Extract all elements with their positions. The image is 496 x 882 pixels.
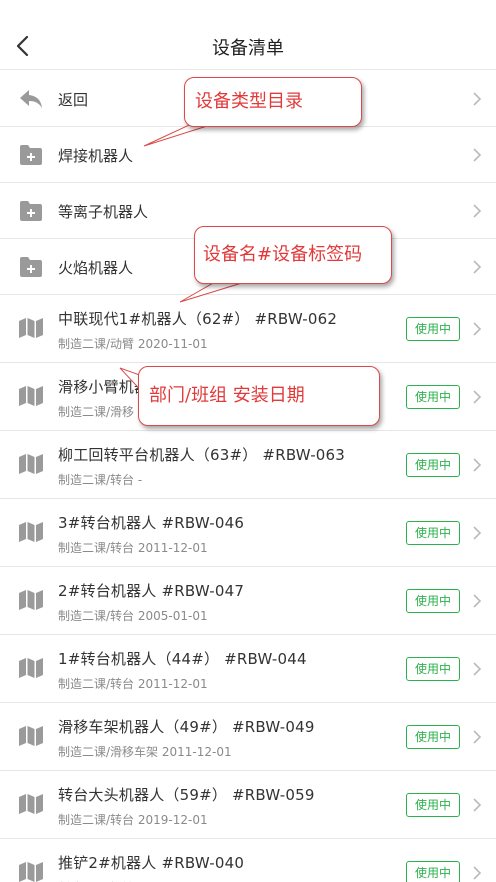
status-badge: 使用中 bbox=[406, 793, 460, 817]
device-dept-date: 制造二课/动臂 2020-11-01 bbox=[58, 337, 208, 351]
app-header: 设备清单 bbox=[0, 0, 496, 70]
device-dept-date: 制造二课/转台 - bbox=[58, 473, 143, 487]
chevron-right-icon bbox=[473, 204, 482, 218]
device-row[interactable]: 转台大头机器人（59#） #RBW-059 制造二课/转台 2019-12-01… bbox=[0, 771, 496, 839]
chevron-right-icon bbox=[473, 458, 482, 472]
equipment-list: 返回 焊接机器人 等离子机器人 火焰机器人 中联现代1#机器人（62#） #RB… bbox=[0, 71, 496, 882]
reply-arrow-icon bbox=[20, 90, 42, 108]
device-dept-date: 制造二课/转台 2011-12-01 bbox=[58, 541, 208, 555]
chevron-right-icon bbox=[473, 866, 482, 880]
chevron-right-icon bbox=[473, 260, 482, 274]
chevron-right-icon bbox=[473, 526, 482, 540]
chevron-right-icon bbox=[473, 730, 482, 744]
map-icon bbox=[19, 590, 43, 610]
map-icon bbox=[19, 794, 43, 814]
annotation-name-tag: 设备名#设备标签码 bbox=[194, 226, 392, 284]
device-name: 中联现代1#机器人（62#） #RBW-062 bbox=[58, 310, 338, 328]
device-row[interactable]: 2#转台机器人 #RBW-047 制造二课/转台 2005-01-01 使用中 bbox=[0, 567, 496, 635]
map-icon bbox=[19, 862, 43, 882]
device-name: 3#转台机器人 #RBW-046 bbox=[58, 514, 245, 532]
list-item-label: 返回 bbox=[58, 91, 89, 109]
list-item-label: 火焰机器人 bbox=[58, 259, 134, 277]
chevron-right-icon bbox=[473, 798, 482, 812]
category-item-welding[interactable]: 焊接机器人 bbox=[0, 127, 496, 183]
status-badge: 使用中 bbox=[406, 725, 460, 749]
device-dept-date: 制造二课/滑移 bbox=[58, 405, 135, 419]
map-icon bbox=[19, 454, 43, 474]
device-row[interactable]: 滑移车架机器人（49#） #RBW-049 制造二课/滑移车架 2011-12-… bbox=[0, 703, 496, 771]
chevron-right-icon bbox=[473, 148, 482, 162]
status-badge: 使用中 bbox=[406, 385, 460, 409]
status-badge: 使用中 bbox=[406, 521, 460, 545]
chevron-right-icon bbox=[473, 92, 482, 106]
device-row[interactable]: 3#转台机器人 #RBW-046 制造二课/转台 2011-12-01 使用中 bbox=[0, 499, 496, 567]
folder-plus-icon bbox=[20, 145, 42, 165]
device-name: 推铲2#机器人 #RBW-040 bbox=[58, 854, 245, 872]
device-dept-date: 制造二课/滑移车架 2011-12-01 bbox=[58, 745, 232, 759]
map-icon bbox=[19, 726, 43, 746]
folder-plus-icon bbox=[20, 201, 42, 221]
chevron-right-icon bbox=[473, 390, 482, 404]
device-row[interactable]: 1#转台机器人（44#） #RBW-044 制造二课/转台 2011-12-01… bbox=[0, 635, 496, 703]
chevron-right-icon bbox=[473, 662, 482, 676]
map-icon bbox=[19, 386, 43, 406]
chevron-right-icon bbox=[473, 594, 482, 608]
status-badge: 使用中 bbox=[406, 589, 460, 613]
device-name: 滑移小臂机器 bbox=[58, 378, 150, 396]
status-badge: 使用中 bbox=[406, 861, 460, 882]
annotation-device-type-dir: 设备类型目录 bbox=[184, 77, 362, 127]
device-name: 柳工回转平台机器人（63#） #RBW-063 bbox=[58, 446, 346, 464]
status-badge: 使用中 bbox=[406, 657, 460, 681]
annotation-dept-date: 部门/班组 安装日期 bbox=[138, 366, 380, 426]
list-item-label: 焊接机器人 bbox=[58, 147, 134, 165]
device-name: 1#转台机器人（44#） #RBW-044 bbox=[58, 650, 307, 668]
device-dept-date: 制造二课/转台 2019-12-01 bbox=[58, 813, 208, 827]
device-name: 转台大头机器人（59#） #RBW-059 bbox=[58, 786, 315, 804]
map-icon bbox=[19, 522, 43, 542]
device-name: 滑移车架机器人（49#） #RBW-049 bbox=[58, 718, 315, 736]
device-name: 2#转台机器人 #RBW-047 bbox=[58, 582, 245, 600]
folder-plus-icon bbox=[20, 257, 42, 277]
map-icon bbox=[19, 658, 43, 678]
page-title: 设备清单 bbox=[212, 38, 284, 59]
chevron-right-icon bbox=[473, 322, 482, 336]
device-row[interactable]: 中联现代1#机器人（62#） #RBW-062 制造二课/动臂 2020-11-… bbox=[0, 295, 496, 363]
device-dept-date: 制造二课/转台 2005-01-01 bbox=[58, 609, 208, 623]
device-row[interactable]: 推铲2#机器人 #RBW-040 制造二课/推铲 2013-11-10 使用中 bbox=[0, 839, 496, 882]
device-row[interactable]: 柳工回转平台机器人（63#） #RBW-063 制造二课/转台 - 使用中 bbox=[0, 431, 496, 499]
status-badge: 使用中 bbox=[406, 317, 460, 341]
device-dept-date: 制造二课/转台 2011-12-01 bbox=[58, 677, 208, 691]
status-badge: 使用中 bbox=[406, 453, 460, 477]
list-item-label: 等离子机器人 bbox=[58, 203, 149, 221]
map-icon bbox=[19, 318, 43, 338]
